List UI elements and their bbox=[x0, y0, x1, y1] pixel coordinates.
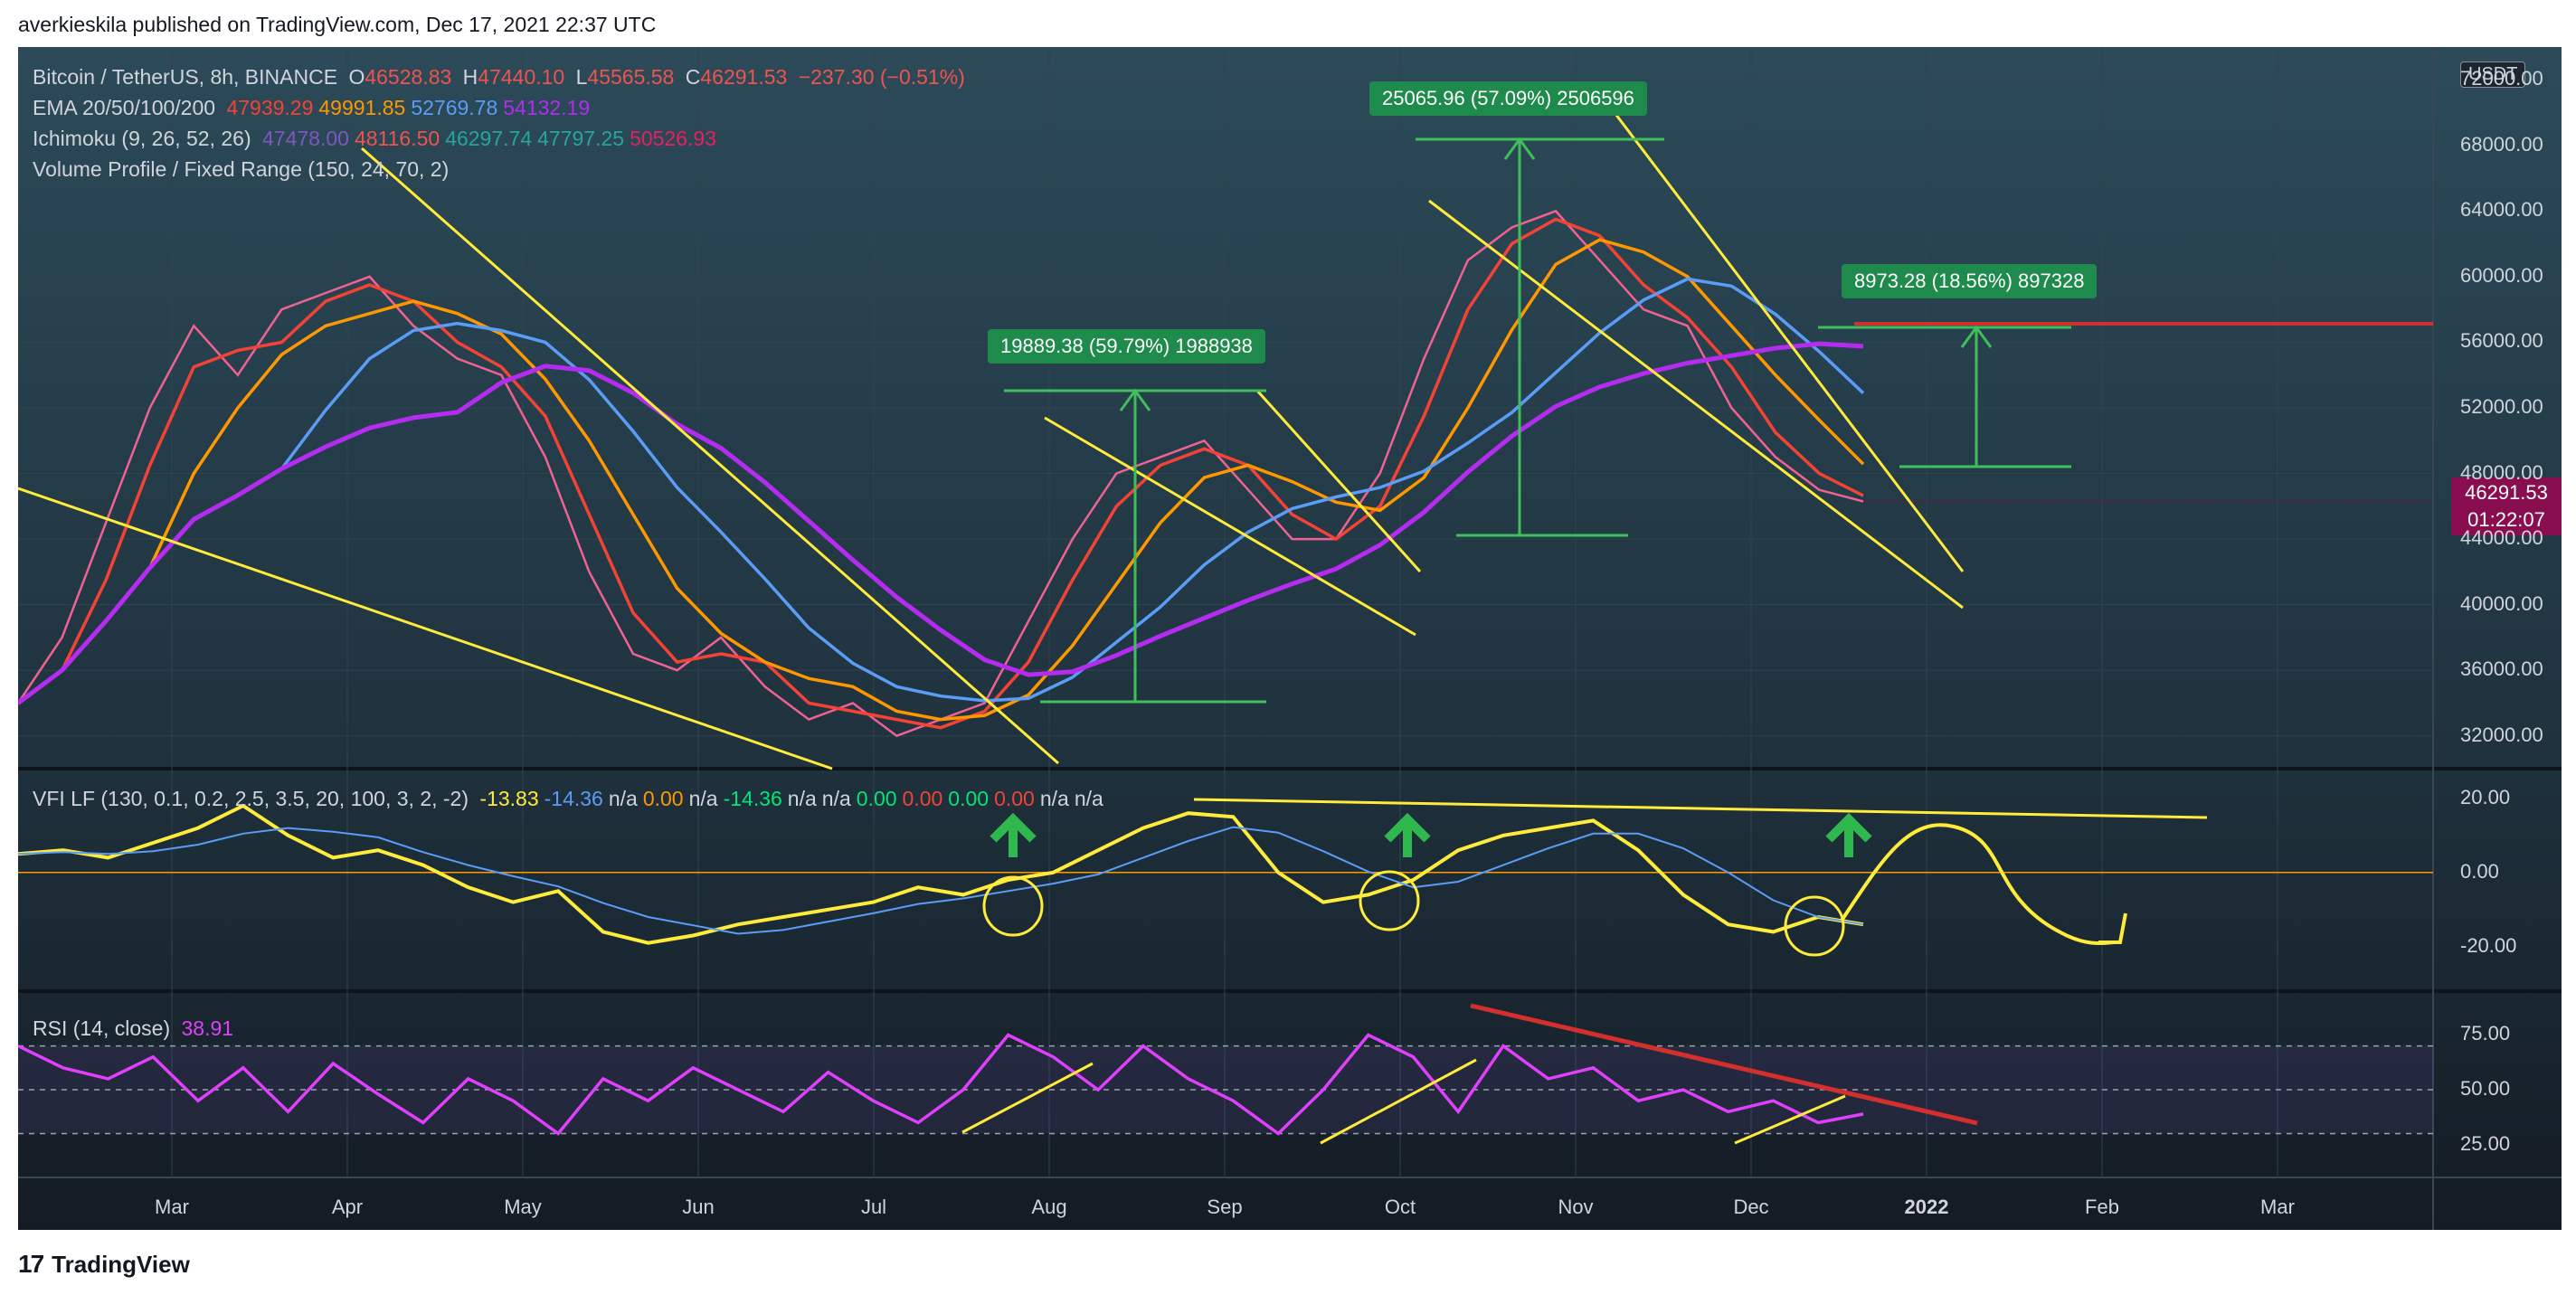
time-tick-label: Dec bbox=[1733, 1196, 1769, 1218]
close-value: 46291.53 bbox=[700, 65, 788, 89]
vfi-tick-label: -20.00 bbox=[2460, 933, 2517, 957]
rsi-tick-label: 25.00 bbox=[2460, 1131, 2511, 1155]
rsi-tick-label: 50.00 bbox=[2460, 1077, 2511, 1101]
vfi-value: n/a bbox=[688, 787, 718, 810]
vfi-value: 0.00 bbox=[642, 787, 684, 810]
vfi-value: n/a bbox=[821, 787, 851, 810]
symbol-legend: Bitcoin / TetherUS, 8h, BINANCE O46528.8… bbox=[33, 65, 965, 89]
ichimoku-value: 46297.74 bbox=[445, 127, 533, 150]
ema-value: 47939.29 bbox=[226, 96, 314, 119]
change-value: −237.30 (−0.51%) bbox=[798, 65, 965, 89]
rsi-tick-label: 75.00 bbox=[2460, 1022, 2511, 1045]
price-tick-label: 64000.00 bbox=[2460, 198, 2543, 222]
footer-brand: TradingView bbox=[52, 1250, 190, 1278]
measure-label-3[interactable]: 8973.28 (18.56%) 897328 bbox=[1842, 264, 2098, 298]
time-tick-label: Nov bbox=[1558, 1196, 1594, 1218]
vfi-legend: VFI LF (130, 0.1, 0.2, 2.5, 3.5, 20, 100… bbox=[33, 787, 1103, 810]
price-tick-label: 72000.00 bbox=[2460, 67, 2543, 90]
vfi-value: 0.00 bbox=[902, 787, 943, 810]
price-tick-label: 44000.00 bbox=[2460, 526, 2543, 550]
ichimoku-value: 47478.00 bbox=[262, 127, 349, 150]
time-tick-label: 2022 bbox=[1904, 1196, 1949, 1218]
price-tick-label: 48000.00 bbox=[2460, 460, 2543, 484]
time-tick-label: Jul bbox=[860, 1196, 887, 1218]
chart-canvas[interactable] bbox=[18, 47, 2562, 1230]
price-tick-label: 68000.00 bbox=[2460, 132, 2543, 156]
time-tick-label: Oct bbox=[1384, 1196, 1416, 1218]
price-tick-label: 32000.00 bbox=[2460, 723, 2543, 746]
ichimoku-value: 50526.93 bbox=[630, 127, 716, 150]
time-tick-label: May bbox=[504, 1196, 542, 1218]
rsi-value: 38.91 bbox=[181, 1016, 234, 1040]
measure-label-2[interactable]: 25065.96 (57.09%) 2506596 bbox=[1369, 81, 1647, 116]
time-tick-label: Mar bbox=[155, 1196, 189, 1218]
ichimoku-legend: Ichimoku (9, 26, 52, 26) 47478.00 48116.5… bbox=[33, 127, 716, 150]
ema-value: 52769.78 bbox=[411, 96, 498, 119]
price-tick-label: 36000.00 bbox=[2460, 657, 2543, 681]
open-value: 46528.83 bbox=[365, 65, 452, 89]
vfi-tick-label: 20.00 bbox=[2460, 785, 2511, 808]
ichimoku-value: 47797.25 bbox=[537, 127, 625, 150]
tradingview-logo-icon: 17 bbox=[18, 1250, 44, 1278]
footer: 17 TradingView bbox=[18, 1248, 190, 1281]
time-tick-label: Jun bbox=[682, 1196, 715, 1218]
time-tick-label: Mar bbox=[2260, 1196, 2295, 1218]
vfi-value: 0.00 bbox=[948, 787, 990, 810]
symbol-title: Bitcoin / TetherUS, 8h, BINANCE bbox=[33, 65, 338, 89]
price-tick-label: 40000.00 bbox=[2460, 591, 2543, 615]
high-value: 47440.10 bbox=[478, 65, 565, 89]
ema-value: 54132.19 bbox=[503, 96, 591, 119]
vfi-tick-label: 0.00 bbox=[2460, 859, 2499, 883]
time-tick-label: Apr bbox=[331, 1196, 364, 1218]
vfi-value: -14.36 bbox=[544, 787, 603, 810]
vfi-value: -14.36 bbox=[723, 787, 782, 810]
price-tick-label: 52000.00 bbox=[2460, 395, 2543, 418]
low-value: 45565.58 bbox=[587, 65, 675, 89]
ema-value: 49991.85 bbox=[318, 96, 406, 119]
chart-frame: USDT Bitcoin / TetherUS, 8h, BINANCE O46… bbox=[18, 47, 2562, 1230]
ichimoku-value: 48116.50 bbox=[354, 127, 440, 150]
volume-profile-legend: Volume Profile / Fixed Range (150, 24, 7… bbox=[33, 157, 450, 181]
ema-legend: EMA 20/50/100/200 47939.29 49991.85 52769.… bbox=[33, 96, 591, 119]
price-tick-label: 56000.00 bbox=[2460, 329, 2543, 353]
vfi-value: n/a bbox=[1039, 787, 1069, 810]
vfi-value: n/a bbox=[608, 787, 638, 810]
measure-label-1[interactable]: 19889.38 (59.79%) 1988938 bbox=[988, 329, 1265, 364]
rsi-legend: RSI (14, close) 38.91 bbox=[33, 1016, 234, 1040]
rsi-layer bbox=[18, 1033, 2433, 1136]
time-tick-label: Aug bbox=[1031, 1196, 1067, 1218]
publish-header: averkieskila published on TradingView.co… bbox=[18, 13, 657, 36]
time-tick-label: Sep bbox=[1207, 1196, 1243, 1218]
time-tick-label: Feb bbox=[2085, 1196, 2119, 1218]
vfi-value: n/a bbox=[787, 787, 817, 810]
price-tick-label: 60000.00 bbox=[2460, 263, 2543, 287]
vfi-value: n/a bbox=[1074, 787, 1103, 810]
vfi-value: 0.00 bbox=[994, 787, 1035, 810]
vfi-value: -13.83 bbox=[479, 787, 539, 810]
vfi-value: 0.00 bbox=[856, 787, 897, 810]
